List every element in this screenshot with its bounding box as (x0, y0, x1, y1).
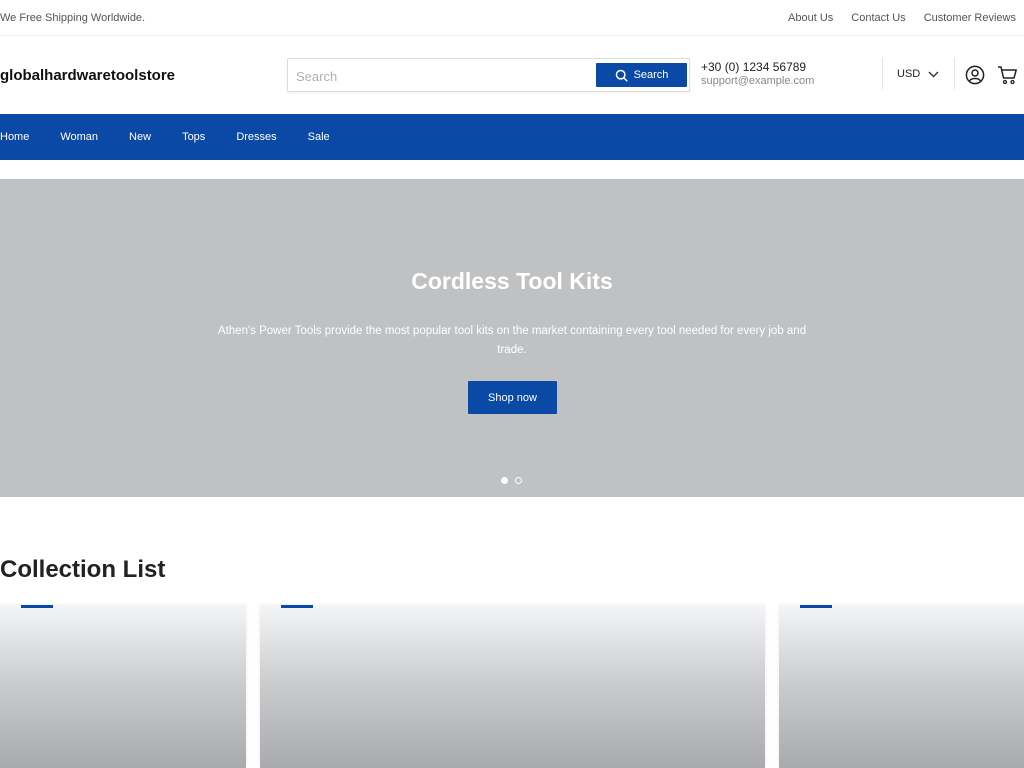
cart-button[interactable] (996, 64, 1018, 86)
hero-description: Athen's Power Tools provide the most pop… (217, 325, 807, 356)
user-icon (965, 65, 985, 85)
contact-info: +30 (0) 1234 56789 support@example.com (701, 60, 814, 88)
collection-card[interactable] (260, 605, 765, 768)
card-accent-bar (800, 605, 832, 608)
chevron-down-icon (928, 71, 939, 77)
nav-item-dresses[interactable]: Dresses (236, 131, 276, 143)
store-logo[interactable]: globalhardwaretoolstore (0, 67, 175, 84)
nav-item-sale[interactable]: Sale (308, 131, 330, 143)
card-accent-bar (21, 605, 53, 608)
currency-selector[interactable]: USD (897, 68, 939, 80)
phone-number[interactable]: +30 (0) 1234 56789 (701, 60, 814, 74)
announcement-bar: We Free Shipping Worldwide. About Us Con… (0, 0, 1024, 36)
header-divider (954, 58, 955, 90)
card-accent-bar (281, 605, 313, 608)
shipping-message: We Free Shipping Worldwide. (0, 12, 146, 24)
hero-slideshow: Cordless Tool Kits Athen's Power Tools p… (0, 179, 1024, 497)
slide-indicators (501, 477, 522, 484)
nav-item-home[interactable]: Home (0, 131, 29, 143)
site-header: globalhardwaretoolstore Search +30 (0) 1… (0, 37, 1024, 114)
header-divider (882, 58, 883, 90)
collection-card[interactable] (0, 605, 246, 768)
contact-us-link[interactable]: Contact Us (851, 12, 905, 24)
support-email[interactable]: support@example.com (701, 74, 814, 88)
nav-item-new[interactable]: New (129, 131, 151, 143)
slide-dot-2[interactable] (515, 477, 522, 484)
nav-item-tops[interactable]: Tops (182, 131, 205, 143)
search-input[interactable] (296, 64, 592, 88)
cart-icon (997, 66, 1017, 85)
account-button[interactable] (964, 64, 986, 86)
search-button[interactable]: Search (596, 63, 687, 87)
search-icon (615, 69, 628, 82)
search-button-label: Search (633, 69, 669, 81)
currency-label: USD (897, 68, 921, 80)
slide-dot-1[interactable] (501, 477, 508, 484)
hero-title: Cordless Tool Kits (411, 268, 613, 294)
top-links: About Us Contact Us Customer Reviews (788, 12, 1016, 24)
search-bar: Search (287, 58, 690, 92)
about-us-link[interactable]: About Us (788, 12, 833, 24)
main-navigation: Home Woman New Tops Dresses Sale (0, 114, 1024, 160)
customer-reviews-link[interactable]: Customer Reviews (924, 12, 1016, 24)
collection-list-heading: Collection List (0, 556, 166, 583)
collection-card[interactable] (779, 605, 1024, 768)
shop-now-button[interactable]: Shop now (468, 381, 557, 414)
nav-item-woman[interactable]: Woman (60, 131, 98, 143)
